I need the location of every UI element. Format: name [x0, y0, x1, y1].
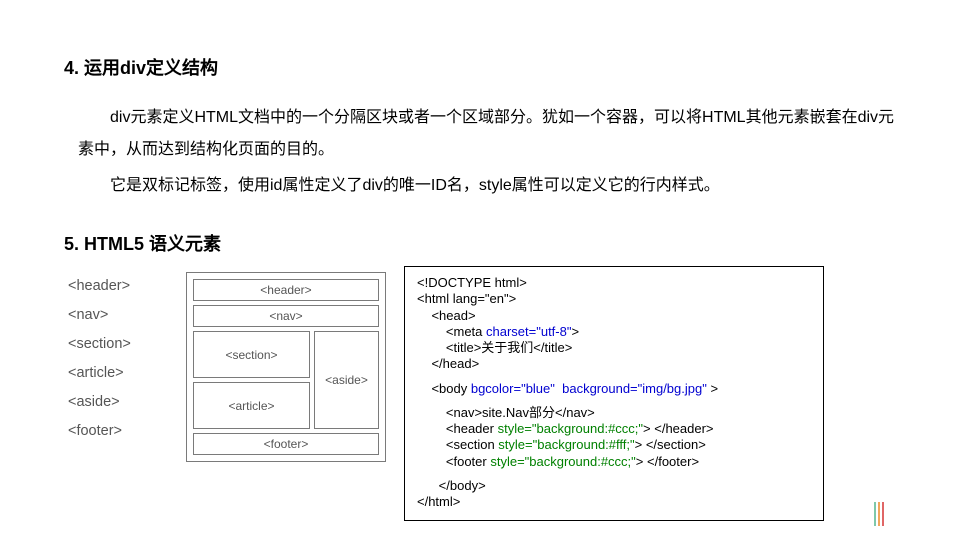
tag-header: <header>: [68, 272, 168, 301]
code-line: <title>关于我们</title>: [417, 340, 811, 356]
diagram-header: <header>: [193, 279, 379, 301]
diagram-aside: <aside>: [314, 331, 379, 429]
code-line: <nav>site.Nav部分</nav>: [417, 405, 811, 421]
diagram-footer: <footer>: [193, 433, 379, 455]
page-corner-decoration: [874, 502, 884, 526]
semantic-tag-list: <header> <nav> <section> <article> <asid…: [68, 272, 168, 446]
tag-section: <section>: [68, 330, 168, 359]
code-line: </html>: [417, 494, 811, 510]
code-line: <body bgcolor="blue" background="img/bg.…: [417, 381, 811, 397]
diagram-article: <article>: [193, 382, 310, 429]
diagram-section: <section>: [193, 331, 310, 378]
code-line: </head>: [417, 356, 811, 372]
code-line: <html lang="en">: [417, 291, 811, 307]
layout-diagram: <header> <nav> <section> <article> <asid…: [186, 272, 386, 462]
heading-5: 5. HTML5 语义元素: [64, 230, 896, 256]
code-line: <header style="background:#ccc;"> </head…: [417, 421, 811, 437]
code-line: <section style="background:#fff;"> </sec…: [417, 437, 811, 453]
paragraph-2: 它是双标记标签，使用id属性定义了div的唯一ID名，style属性可以定义它的…: [78, 170, 896, 202]
code-line: </body>: [417, 478, 811, 494]
heading-4: 4. 运用div定义结构: [64, 54, 896, 80]
tag-aside: <aside>: [68, 388, 168, 417]
code-line: <!DOCTYPE html>: [417, 275, 811, 291]
diagram-nav: <nav>: [193, 305, 379, 327]
code-line: <footer style="background:#ccc;"> </foot…: [417, 454, 811, 470]
tag-footer: <footer>: [68, 417, 168, 446]
code-line: <head>: [417, 308, 811, 324]
code-example: <!DOCTYPE html> <html lang="en"> <head> …: [404, 266, 824, 521]
code-line: <meta charset="utf-8">: [417, 324, 811, 340]
tag-nav: <nav>: [68, 301, 168, 330]
paragraph-1: div元素定义HTML文档中的一个分隔区块或者一个区域部分。犹如一个容器，可以将…: [78, 102, 896, 166]
tag-article: <article>: [68, 359, 168, 388]
